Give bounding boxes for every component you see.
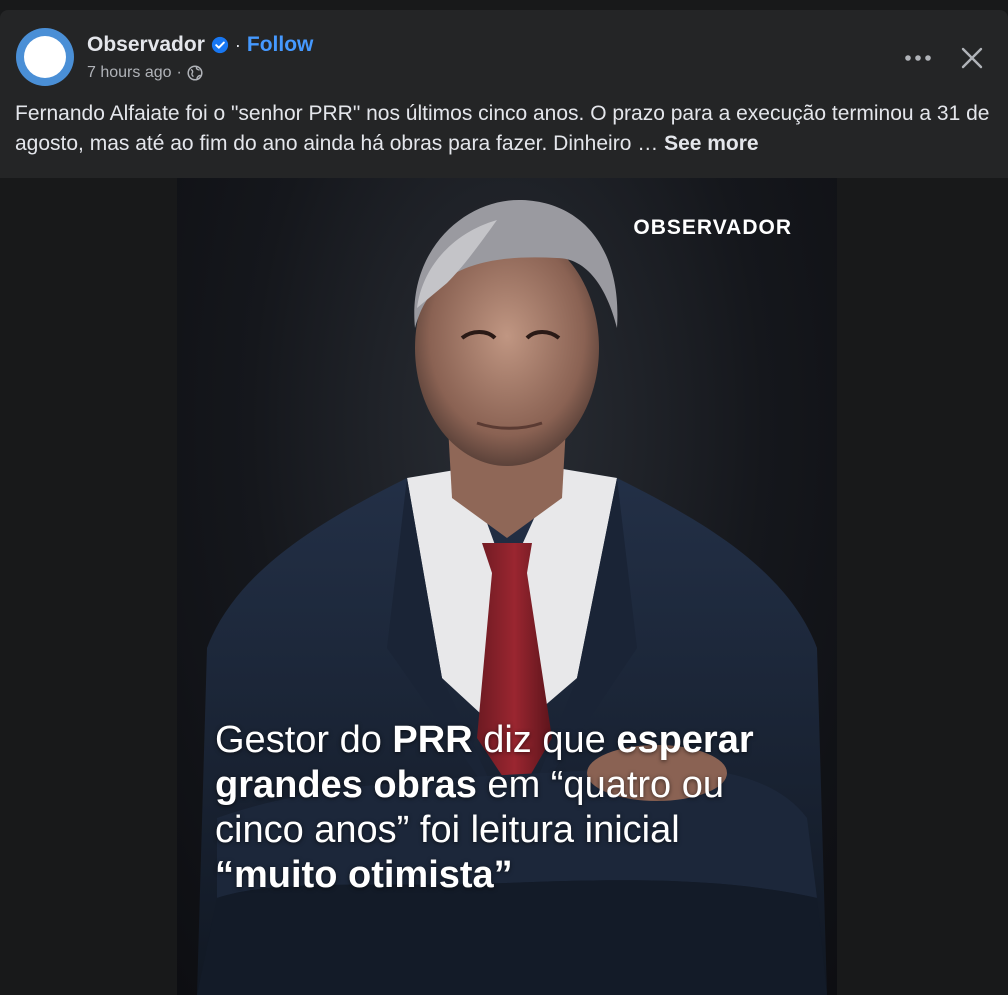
headline-part: em “quatro ou xyxy=(476,764,725,806)
headline-part: Gestor do xyxy=(215,719,393,761)
globe-icon[interactable] xyxy=(187,65,203,81)
observador-logo: OBSERVADOR xyxy=(633,216,792,239)
close-icon xyxy=(961,47,983,69)
headline-part: PRR xyxy=(392,719,473,761)
close-button[interactable] xyxy=(950,36,994,80)
headline-part: diz que xyxy=(472,719,617,761)
timestamp-link[interactable]: 7 hours ago xyxy=(87,64,172,82)
post-caption: Fernando Alfaiate foi o "senhor PRR" nos… xyxy=(15,99,1000,159)
verified-badge-icon xyxy=(211,36,228,54)
post-header: Observador · Follow 7 hours ago · xyxy=(0,10,1008,90)
image-headline: Gestor do PRR diz que esperar grandes ob… xyxy=(215,718,815,898)
media-container: OBSERVADOR Gestor do PRR diz que esperar… xyxy=(0,178,1008,995)
meta-separator: · xyxy=(176,64,182,81)
page-name-link[interactable]: Observador xyxy=(87,33,205,57)
headline-part: grandes obras xyxy=(215,764,477,806)
avatar-logo xyxy=(24,36,66,78)
headline-part: “muito otimista” xyxy=(215,854,513,896)
caption-text: Fernando Alfaiate foi o "senhor PRR" nos… xyxy=(15,102,990,155)
post-meta: 7 hours ago · xyxy=(87,64,203,82)
page-avatar[interactable] xyxy=(16,28,74,86)
follow-button[interactable]: Follow xyxy=(247,33,314,57)
see-more-button[interactable]: See more xyxy=(664,132,759,155)
feed-post: Observador · Follow 7 hours ago · Fernan… xyxy=(0,10,1008,995)
more-options-icon xyxy=(905,55,931,61)
name-row: Observador · Follow xyxy=(87,32,313,58)
headline-part: esperar xyxy=(616,719,754,761)
more-options-button[interactable] xyxy=(896,40,940,76)
separator-dot: · xyxy=(234,34,241,55)
post-image[interactable]: OBSERVADOR Gestor do PRR diz que esperar… xyxy=(177,178,837,995)
headline-part: cinco anos” foi leitura inicial xyxy=(215,809,680,851)
